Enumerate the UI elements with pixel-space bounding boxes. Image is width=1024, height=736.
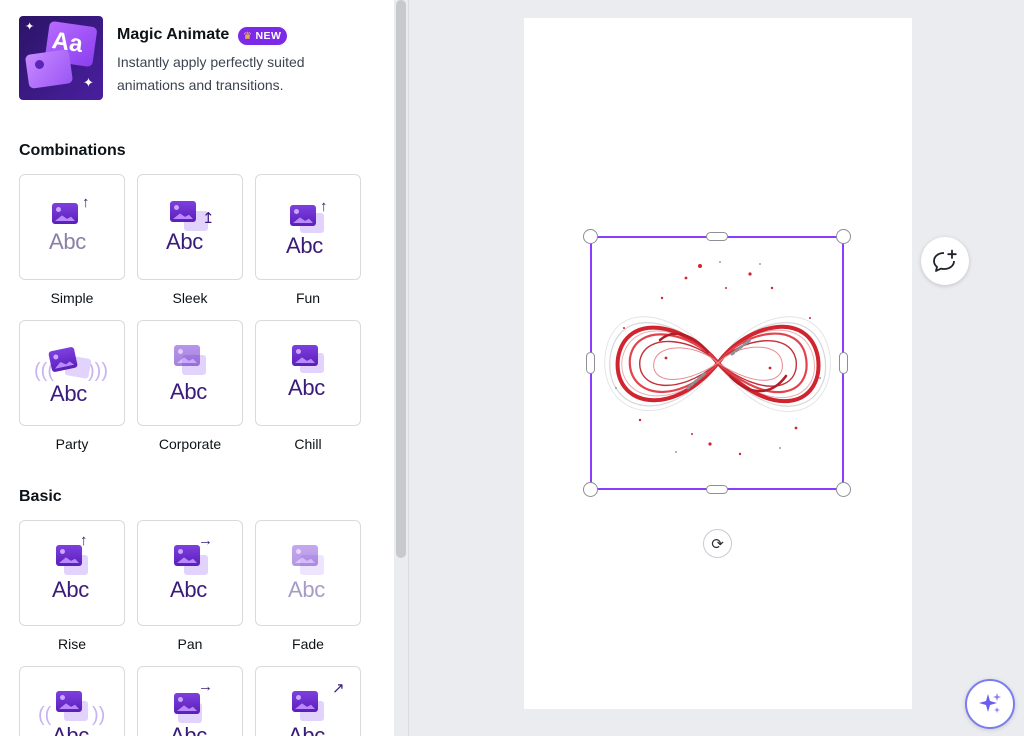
tile-preview[interactable]: Abc	[137, 320, 243, 426]
tile-text: Abc	[288, 577, 326, 602]
magic-animate-feature[interactable]: Aa ✦ ✦ Magic Animate ♛ NEW Instantly app…	[19, 16, 379, 102]
magic-assistant-button[interactable]	[965, 679, 1015, 729]
image-icon	[52, 203, 78, 224]
tile-text: Abc	[49, 229, 87, 254]
tile-text: Abc	[170, 577, 208, 602]
tile-preview[interactable]: ↑ Abc	[19, 174, 125, 280]
tile-preview[interactable]: → Abc	[137, 666, 243, 736]
arrow-diagonal-icon: ↗	[332, 680, 345, 697]
animation-tile-basic-6[interactable]: ↗ Abc	[255, 666, 361, 736]
feature-title: Magic Animate	[117, 26, 230, 43]
tile-label: Simple	[50, 290, 94, 306]
animation-tile-basic-5[interactable]: → Abc	[137, 666, 243, 736]
tile-label: Sleek	[172, 290, 208, 306]
tile-preview[interactable]: ((( ))) Abc	[19, 320, 125, 426]
tile-label: Chill	[294, 436, 322, 452]
arrow-up-icon: ↑	[80, 532, 88, 549]
tile-label: Fun	[295, 290, 321, 306]
tile-label: Party	[55, 436, 89, 452]
tile-text: Abc	[288, 723, 326, 736]
tile-text: Abc	[170, 379, 208, 404]
tile-preview[interactable]: ↗ Abc	[255, 666, 361, 736]
arrow-up-icon: ↑	[320, 198, 328, 215]
image-icon	[292, 345, 318, 366]
panel-scrollbar[interactable]	[396, 0, 406, 558]
resize-handle-top[interactable]	[706, 232, 728, 241]
resize-handle-top-left[interactable]	[583, 229, 598, 244]
tile-text: Abc	[166, 229, 204, 254]
arrow-right-icon: →	[198, 678, 213, 695]
crown-icon: ♛	[243, 30, 253, 42]
resize-handle-bottom-left[interactable]	[583, 482, 598, 497]
animation-tile-basic-4[interactable]: (( )) Abc	[19, 666, 125, 736]
resize-handle-top-right[interactable]	[836, 229, 851, 244]
sparkles-icon	[979, 693, 1001, 713]
tile-label: Corporate	[158, 436, 222, 452]
tile-preview[interactable]: Abc	[255, 320, 361, 426]
thumb-card-front	[24, 49, 74, 89]
animation-tile-sleek[interactable]: ↥ Abc Sleek	[137, 174, 243, 306]
image-icon	[56, 691, 82, 712]
section-title-combinations: Combinations	[19, 142, 126, 159]
image-icon	[174, 345, 200, 366]
image-icon	[174, 545, 200, 566]
tile-label: Pan	[177, 636, 203, 652]
tile-preview[interactable]: ↑ Abc	[255, 174, 361, 280]
arrow-up-icon: ↑	[82, 194, 90, 211]
wave-left-icon: ((	[38, 704, 52, 726]
thumb-sun	[35, 60, 44, 69]
tile-text: Abc	[170, 723, 208, 736]
tile-text: Abc	[286, 233, 324, 258]
image-icon	[292, 545, 318, 566]
wave-right-icon: )))	[88, 360, 108, 382]
tile-preview[interactable]: ↑ Abc	[19, 520, 125, 626]
rotate-button[interactable]: ⟳	[703, 529, 732, 558]
animation-tile-pan[interactable]: → Abc Pan	[137, 520, 243, 652]
arrow-right-icon: →	[198, 532, 213, 549]
magic-animate-thumbnail: Aa ✦ ✦	[19, 16, 103, 100]
add-comment-button[interactable]	[921, 237, 969, 285]
animation-tile-fade[interactable]: Abc Fade	[255, 520, 361, 652]
tile-preview[interactable]: → Abc	[137, 520, 243, 626]
tile-text: Abc	[52, 577, 90, 602]
animation-tile-simple[interactable]: ↑ Abc Simple	[19, 174, 125, 306]
resize-handle-bottom[interactable]	[706, 485, 728, 494]
arrow-up-icon: ↥	[202, 210, 215, 227]
add-comment-icon	[933, 249, 957, 272]
image-icon	[174, 693, 200, 714]
new-badge: ♛ NEW	[238, 27, 288, 45]
image-icon	[292, 691, 318, 712]
tile-text: Abc	[288, 375, 326, 400]
tile-label: Fade	[292, 636, 324, 652]
animation-tile-party[interactable]: ((( ))) Abc Party	[19, 320, 125, 452]
image-icon	[170, 201, 196, 222]
feature-description: Instantly apply perfectly suited animati…	[117, 54, 305, 93]
rotate-icon: ⟳	[711, 535, 724, 553]
image-icon	[56, 545, 82, 566]
wave-right-icon: ))	[92, 704, 106, 726]
tile-label: Rise	[57, 636, 86, 652]
tile-preview[interactable]: Abc	[255, 520, 361, 626]
section-title-basic: Basic	[19, 488, 62, 505]
tile-text: Abc	[50, 381, 88, 406]
animation-tile-rise[interactable]: ↑ Abc Rise	[19, 520, 125, 652]
badge-label: NEW	[255, 30, 282, 42]
image-icon	[290, 205, 316, 226]
animation-tile-corporate[interactable]: Abc Corporate	[137, 320, 243, 452]
animation-tile-chill[interactable]: Abc Chill	[255, 320, 361, 452]
resize-handle-left[interactable]	[586, 352, 595, 374]
tile-preview[interactable]: (( )) Abc	[19, 666, 125, 736]
tile-text: Abc	[52, 723, 90, 736]
resize-handle-bottom-right[interactable]	[836, 482, 851, 497]
sparkle-icon: ✦	[83, 75, 94, 90]
panel-divider	[408, 0, 409, 736]
animation-tile-fun[interactable]: ↑ Abc Fun	[255, 174, 361, 306]
tile-preview[interactable]: ↥ Abc	[137, 174, 243, 280]
selection-box[interactable]	[590, 236, 844, 490]
animate-panel: Aa ✦ ✦ Magic Animate ♛ NEW Instantly app…	[0, 0, 394, 736]
sparkle-icon: ✦	[25, 21, 35, 33]
resize-handle-right[interactable]	[839, 352, 848, 374]
